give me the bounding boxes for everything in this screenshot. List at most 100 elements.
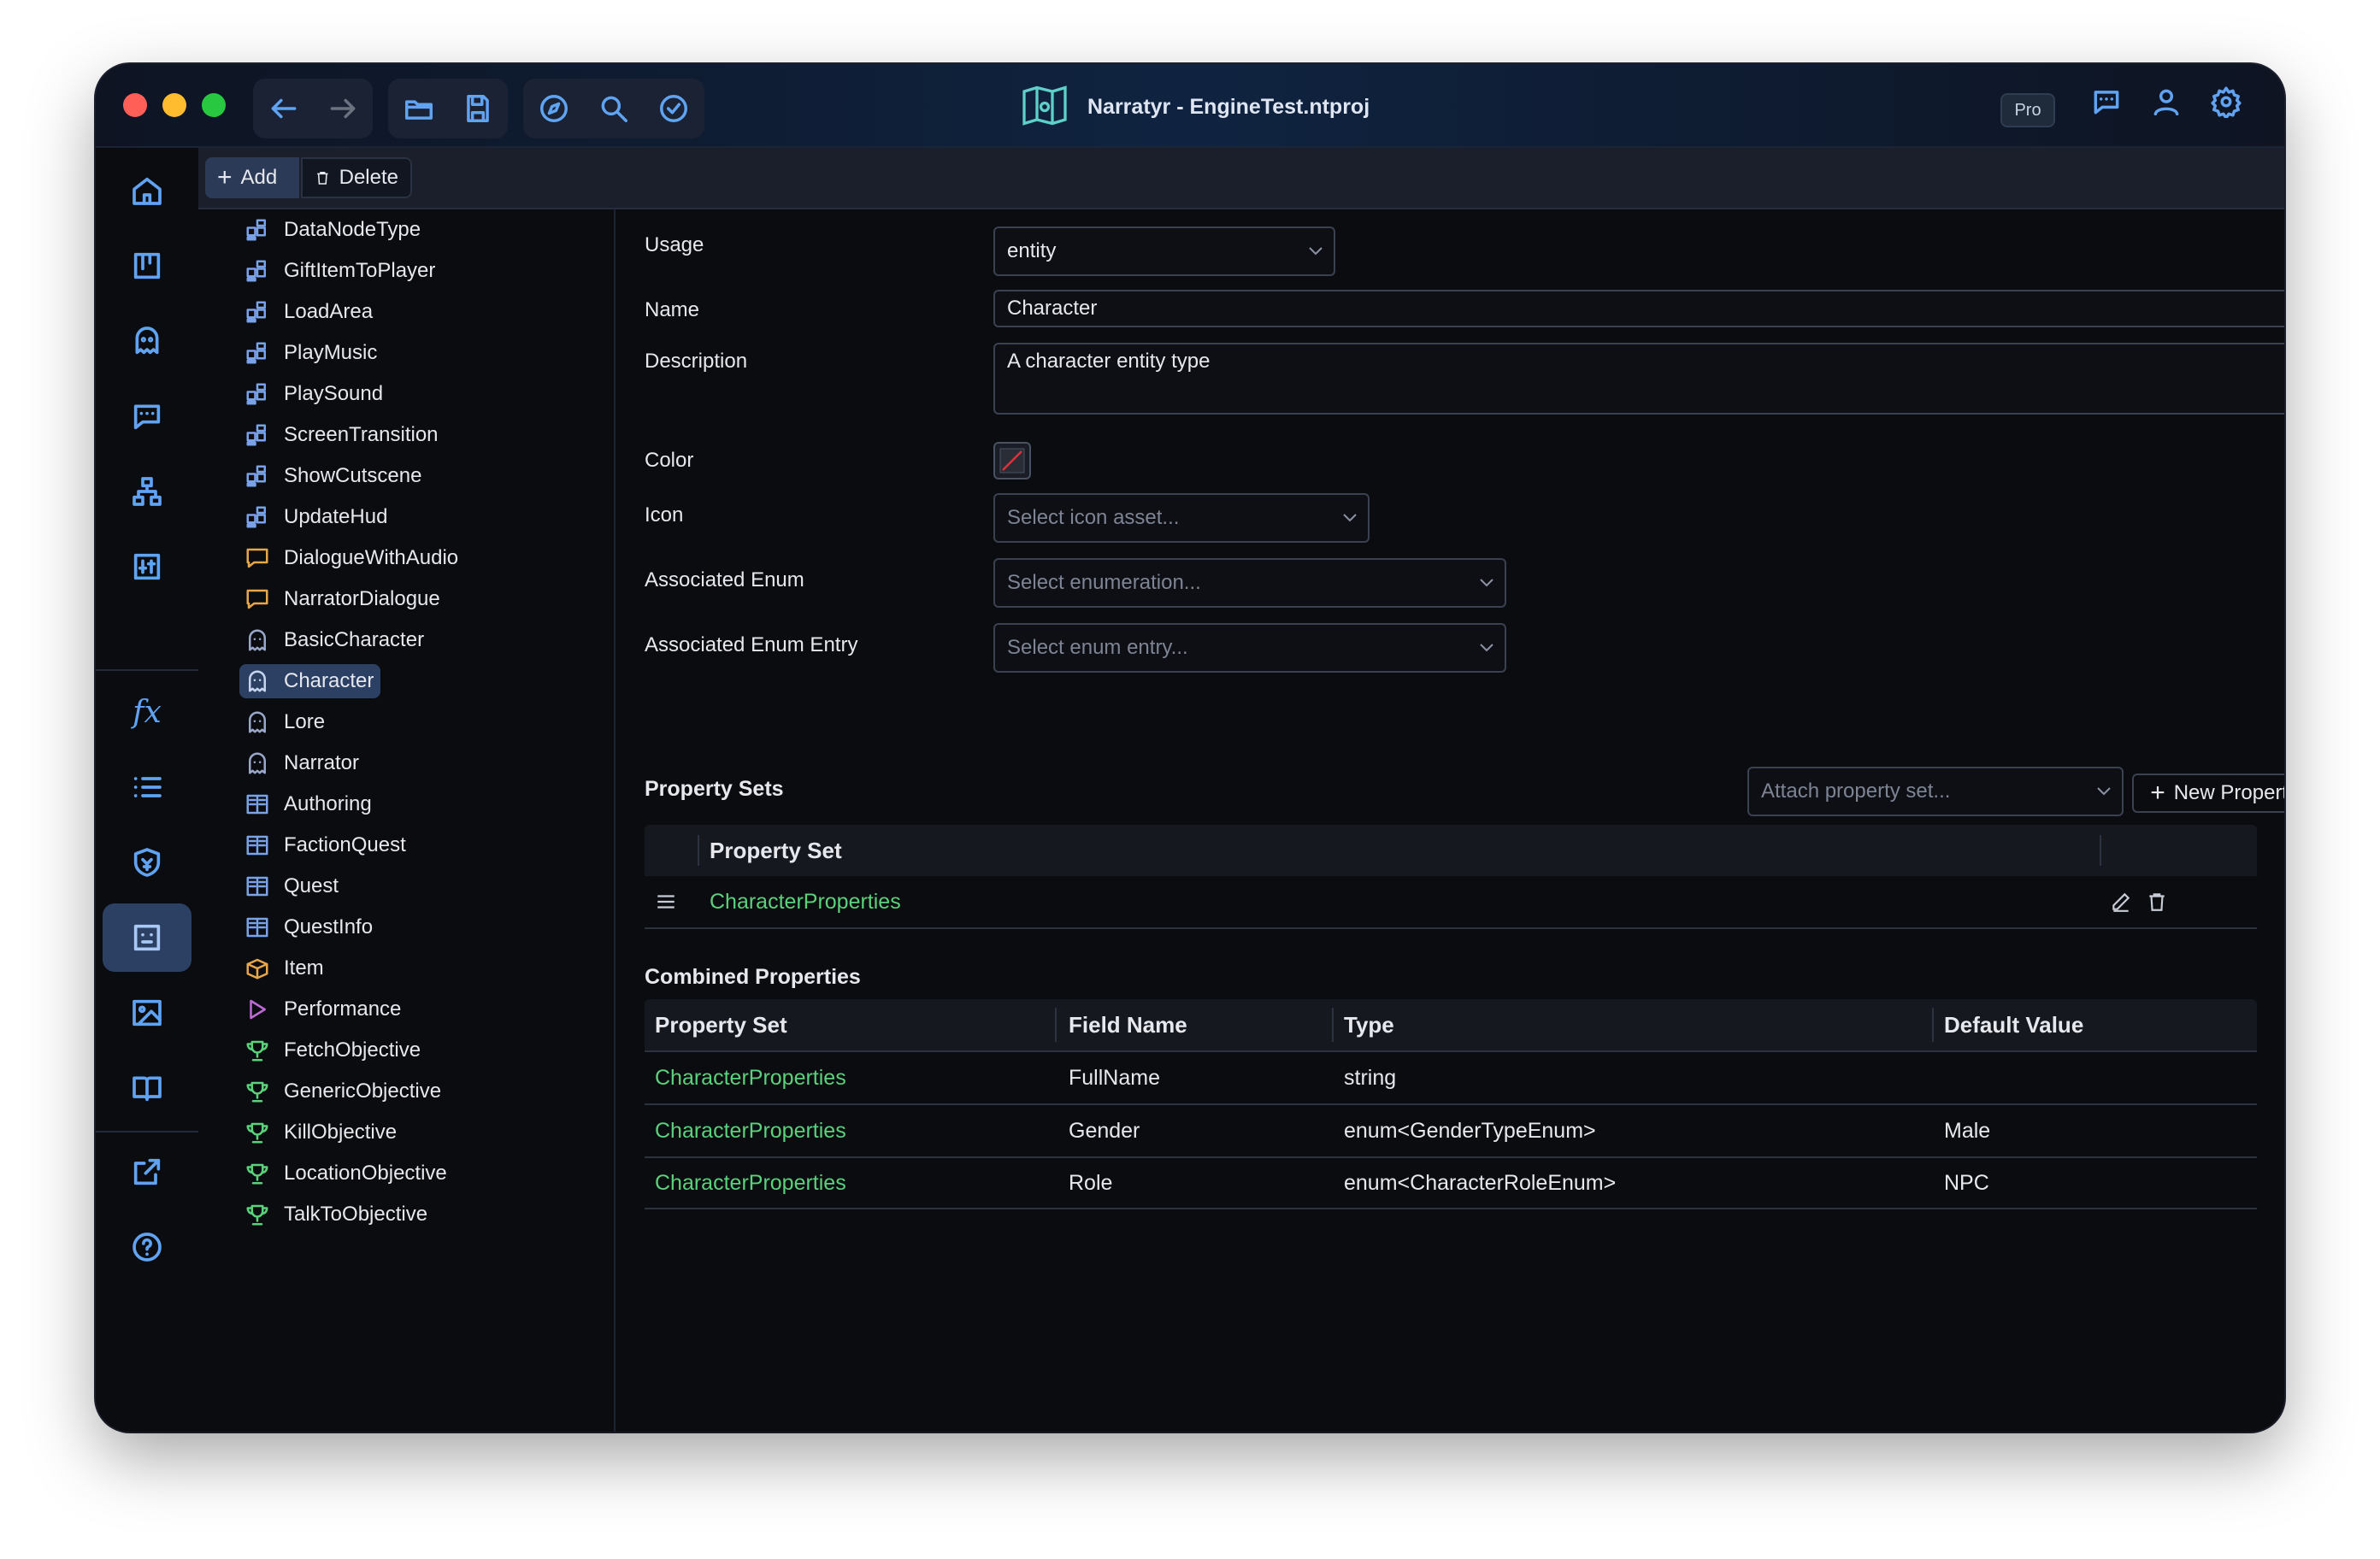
assoc-entry-select[interactable]: Select enum entry... (993, 623, 1506, 673)
ghost-icon (249, 629, 266, 651)
tree-item[interactable]: UpdateHud (239, 500, 394, 534)
list-icon[interactable] (103, 753, 191, 821)
property-set-link[interactable]: CharacterProperties (655, 1052, 846, 1103)
new-property-set-label: New Property Set (2173, 781, 2284, 804)
close-window-button[interactable] (123, 93, 147, 117)
book-icon[interactable] (103, 1054, 191, 1122)
entity-types-icon[interactable] (103, 903, 191, 972)
node-icon (246, 424, 266, 446)
add-button[interactable]: + Add (205, 157, 299, 198)
tree-item[interactable]: BasicCharacter (239, 623, 431, 657)
tree-item[interactable]: Item (239, 951, 331, 985)
tree-item[interactable]: Character (239, 664, 381, 698)
help-icon[interactable] (103, 1213, 191, 1281)
home-icon[interactable] (103, 156, 191, 225)
shield-icon[interactable] (103, 828, 191, 897)
new-property-set-button[interactable]: + New Property Set (2132, 774, 2284, 813)
tree-item[interactable]: GiftItemToPlayer (239, 254, 442, 288)
tree-item[interactable]: PlaySound (239, 377, 390, 411)
name-field[interactable]: Character (993, 290, 2284, 327)
usage-select[interactable]: entity (993, 226, 1335, 276)
search-icon[interactable] (595, 90, 633, 127)
column-header[interactable]: Default Value (1944, 999, 2083, 1050)
table-cell: string (1344, 1065, 1397, 1090)
box-icon (246, 958, 268, 980)
tree-item[interactable]: QuestInfo (239, 910, 380, 944)
delete-button[interactable]: Delete (301, 157, 412, 198)
name-label: Name (645, 298, 700, 321)
tree-item[interactable]: KillObjective (239, 1115, 404, 1150)
description-label: Description (645, 350, 748, 373)
color-picker[interactable] (993, 442, 1031, 479)
property-set-row[interactable]: CharacterProperties (645, 876, 2257, 929)
edit-icon[interactable] (2110, 876, 2132, 927)
tree-item[interactable]: DialogueWithAudio (239, 541, 465, 575)
dialogue-icon[interactable] (103, 382, 191, 450)
validate-check-icon[interactable] (655, 90, 692, 127)
chat-icon[interactable] (2088, 83, 2125, 121)
image-icon[interactable] (103, 979, 191, 1047)
trophy-icon (246, 1163, 268, 1185)
hierarchy-icon[interactable] (103, 457, 191, 526)
property-sets-table-header: Property Set (645, 825, 2257, 876)
node-icon (246, 301, 266, 323)
table-row[interactable]: CharacterProperties FullName string (645, 1050, 2257, 1103)
speech-bubble-icon (246, 548, 268, 568)
tree-item-label: LocationObjective (284, 1162, 447, 1185)
functions-fx-icon[interactable]: fx (103, 678, 191, 746)
no-color-icon (999, 448, 1025, 474)
back-arrow-icon[interactable] (265, 90, 302, 127)
settings-gear-icon[interactable] (2207, 83, 2245, 121)
tree-item[interactable]: Lore (239, 705, 332, 739)
tree-item[interactable]: Authoring (239, 787, 379, 821)
tree-item[interactable]: LoadArea (239, 295, 380, 329)
tree-item[interactable]: ScreenTransition (239, 418, 445, 452)
column-header[interactable]: Field Name (1069, 999, 1187, 1050)
property-set-link[interactable]: CharacterProperties (655, 1105, 846, 1156)
tree-item-label: Quest (284, 874, 339, 897)
pro-badge[interactable]: Pro (2000, 93, 2055, 127)
tree-item[interactable]: LocationObjective (239, 1156, 454, 1191)
name-value: Character (1007, 297, 1098, 320)
tree-item[interactable]: TalkToObjective (239, 1197, 434, 1232)
assoc-entry-label: Associated Enum Entry (645, 633, 858, 656)
rail-divider-2 (96, 1131, 198, 1132)
column-header[interactable]: Property Set (655, 999, 787, 1050)
table-row[interactable]: CharacterProperties Gender enum<GenderType… (645, 1103, 2257, 1156)
tree-item[interactable]: ShowCutscene (239, 459, 428, 493)
compass-icon[interactable] (535, 90, 573, 127)
user-icon[interactable] (2147, 83, 2185, 121)
export-icon[interactable] (103, 1138, 191, 1206)
minimize-window-button[interactable] (162, 93, 186, 117)
assoc-enum-select[interactable]: Select enumeration... (993, 558, 1506, 608)
tree-item[interactable]: PlayMusic (239, 336, 384, 370)
attach-property-set-select[interactable]: Attach property set... (1747, 767, 2124, 816)
open-folder-icon[interactable] (400, 90, 437, 127)
table-row[interactable]: CharacterProperties Role enum<CharacterRol… (645, 1156, 2257, 1209)
board-icon[interactable] (103, 232, 191, 300)
zoom-window-button[interactable] (202, 93, 226, 117)
tools-group (523, 79, 704, 138)
column-header[interactable]: Type (1344, 999, 1394, 1050)
tree-item[interactable]: GenericObjective (239, 1074, 448, 1109)
tree-item[interactable]: Quest (239, 869, 345, 903)
trash-icon[interactable] (2146, 876, 2168, 927)
forward-arrow-icon[interactable] (324, 90, 361, 127)
description-field[interactable]: A character entity type (993, 343, 2284, 415)
tree-item[interactable]: FetchObjective (239, 1033, 427, 1068)
sliders-icon[interactable] (103, 532, 191, 601)
book-icon (246, 835, 268, 856)
tree-item-label: NarratorDialogue (284, 587, 440, 610)
property-set-link[interactable]: CharacterProperties (655, 1158, 846, 1208)
icon-select[interactable]: Select icon asset... (993, 493, 1370, 543)
tree-item[interactable]: Narrator (239, 746, 366, 780)
tree-item[interactable]: Performance (239, 992, 408, 1027)
save-icon[interactable] (459, 90, 496, 127)
drag-handle-icon[interactable] (655, 876, 677, 927)
property-set-link[interactable]: CharacterProperties (710, 876, 901, 927)
tree-item[interactable]: NarratorDialogue (239, 582, 447, 616)
assoc-entry-placeholder: Select enum entry... (1007, 636, 1188, 659)
ghost-icon[interactable] (103, 307, 191, 375)
tree-item[interactable]: DataNodeType (239, 213, 427, 247)
tree-item[interactable]: FactionQuest (239, 828, 413, 862)
